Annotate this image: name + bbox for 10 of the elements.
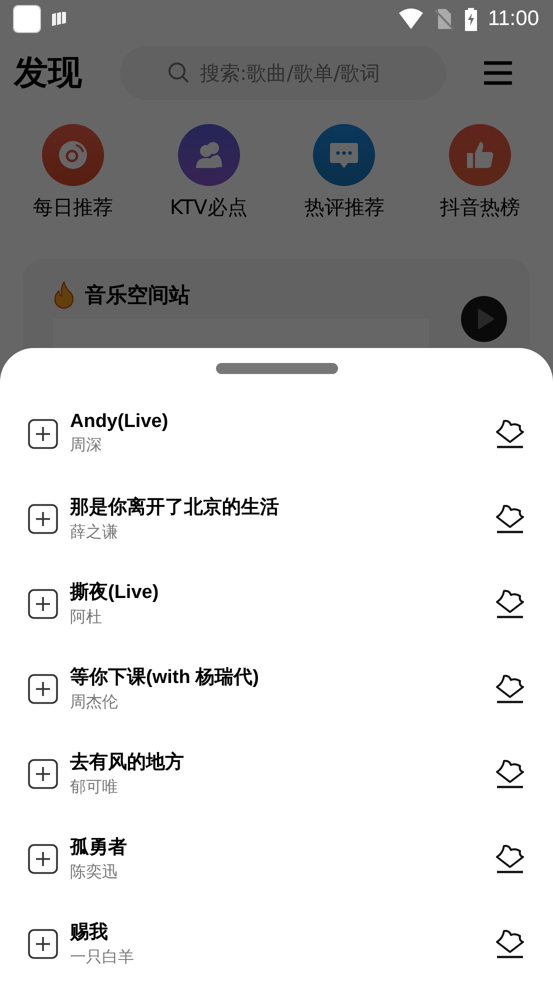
card-title: 音乐空间站 [85, 282, 190, 309]
clock-time: 11:00 [488, 6, 539, 30]
artist-name: 阿杜 [70, 607, 102, 628]
artist-name: 陈奕迅 [70, 862, 118, 883]
artist-name: 薛之谦 [70, 522, 118, 543]
page-title: 发现 [14, 52, 82, 95]
artist-name: 一只白羊 [70, 947, 134, 968]
artist-name: 周深 [70, 435, 102, 456]
artist-name: 周杰伦 [70, 692, 118, 713]
artist-name: 郁可唯 [70, 777, 118, 798]
